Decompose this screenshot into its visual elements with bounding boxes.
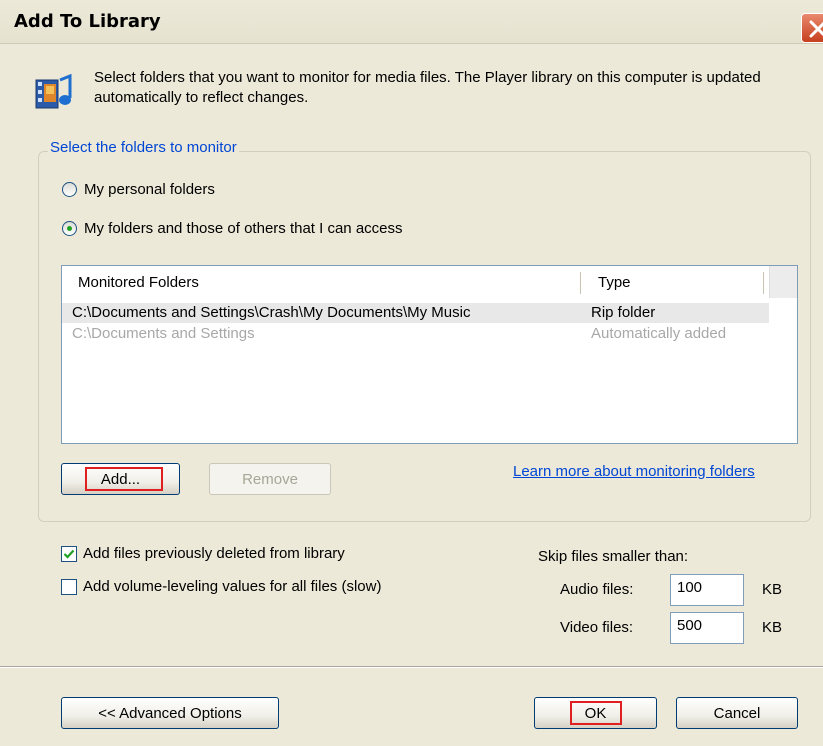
- dialog-title: Add To Library: [14, 11, 161, 32]
- monitor-group-legend: Select the folders to monitor: [48, 139, 239, 156]
- ok-button-highlight: [570, 701, 622, 725]
- folder-path-cell: C:\Documents and Settings: [72, 325, 255, 342]
- cancel-button-label: Cancel: [713, 704, 761, 722]
- list-row[interactable]: C:\Documents and Settings Automatically …: [62, 324, 769, 344]
- checkbox-add-deleted-files[interactable]: Add files previously deleted from librar…: [61, 545, 345, 562]
- checkbox-label: Add files previously deleted from librar…: [83, 545, 345, 562]
- close-button[interactable]: [801, 13, 823, 43]
- add-to-library-dialog: Add To Library Select folders that you w…: [0, 0, 823, 746]
- radio-my-personal-folders[interactable]: My personal folders: [62, 181, 215, 198]
- audio-unit-label: KB: [762, 581, 783, 598]
- checkbox-label: Add volume-leveling values for all files…: [83, 578, 382, 595]
- learn-more-link[interactable]: Learn more about monitoring folders: [513, 463, 755, 480]
- column-divider[interactable]: [580, 272, 581, 294]
- advanced-options-label: << Advanced Options: [98, 704, 242, 722]
- radio-label: My folders and those of others that I ca…: [84, 220, 403, 237]
- radio-my-and-others-folders[interactable]: My folders and those of others that I ca…: [62, 220, 403, 237]
- column-header-type[interactable]: Type: [598, 274, 631, 291]
- advanced-options-button[interactable]: << Advanced Options: [61, 697, 279, 729]
- footer-divider: [0, 666, 823, 668]
- column-divider[interactable]: [763, 272, 764, 294]
- audio-files-label: Audio files:: [560, 581, 634, 598]
- audio-size-input[interactable]: 100: [670, 574, 744, 606]
- column-header-monitored-folders[interactable]: Monitored Folders: [78, 274, 199, 291]
- monitored-folders-list[interactable]: Monitored Folders Type C:\Documents and …: [61, 265, 798, 444]
- add-button-highlight: [85, 467, 163, 491]
- checkbox-unchecked[interactable]: [61, 578, 77, 595]
- radio-label: My personal folders: [84, 181, 215, 198]
- list-row[interactable]: C:\Documents and Settings\Crash\My Docum…: [62, 303, 769, 323]
- media-library-icon: [35, 73, 72, 109]
- folder-type-cell: Automatically added: [591, 325, 727, 342]
- checkbox-checked[interactable]: [61, 545, 77, 562]
- skip-files-label: Skip files smaller than:: [538, 548, 689, 565]
- checkbox-volume-leveling[interactable]: Add volume-leveling values for all files…: [61, 578, 381, 595]
- radio-button-selected[interactable]: [62, 221, 77, 236]
- intro-text: Select folders that you want to monitor …: [94, 69, 761, 106]
- video-files-label: Video files:: [560, 619, 634, 636]
- close-icon: [809, 20, 823, 38]
- title-bar[interactable]: Add To Library: [0, 0, 823, 44]
- remove-button-label: Remove: [242, 470, 298, 488]
- folder-type-cell: Rip folder: [591, 304, 656, 321]
- remove-folder-button[interactable]: Remove: [209, 463, 331, 495]
- list-header: Monitored Folders Type: [62, 266, 797, 300]
- cancel-button[interactable]: Cancel: [676, 697, 798, 729]
- list-scrollbar[interactable]: [769, 266, 797, 298]
- video-unit-label: KB: [762, 619, 783, 636]
- video-size-input[interactable]: 500: [670, 612, 744, 644]
- radio-button[interactable]: [62, 182, 77, 197]
- checkmark-icon: [63, 549, 75, 559]
- folder-path-cell: C:\Documents and Settings\Crash\My Docum…: [72, 304, 471, 321]
